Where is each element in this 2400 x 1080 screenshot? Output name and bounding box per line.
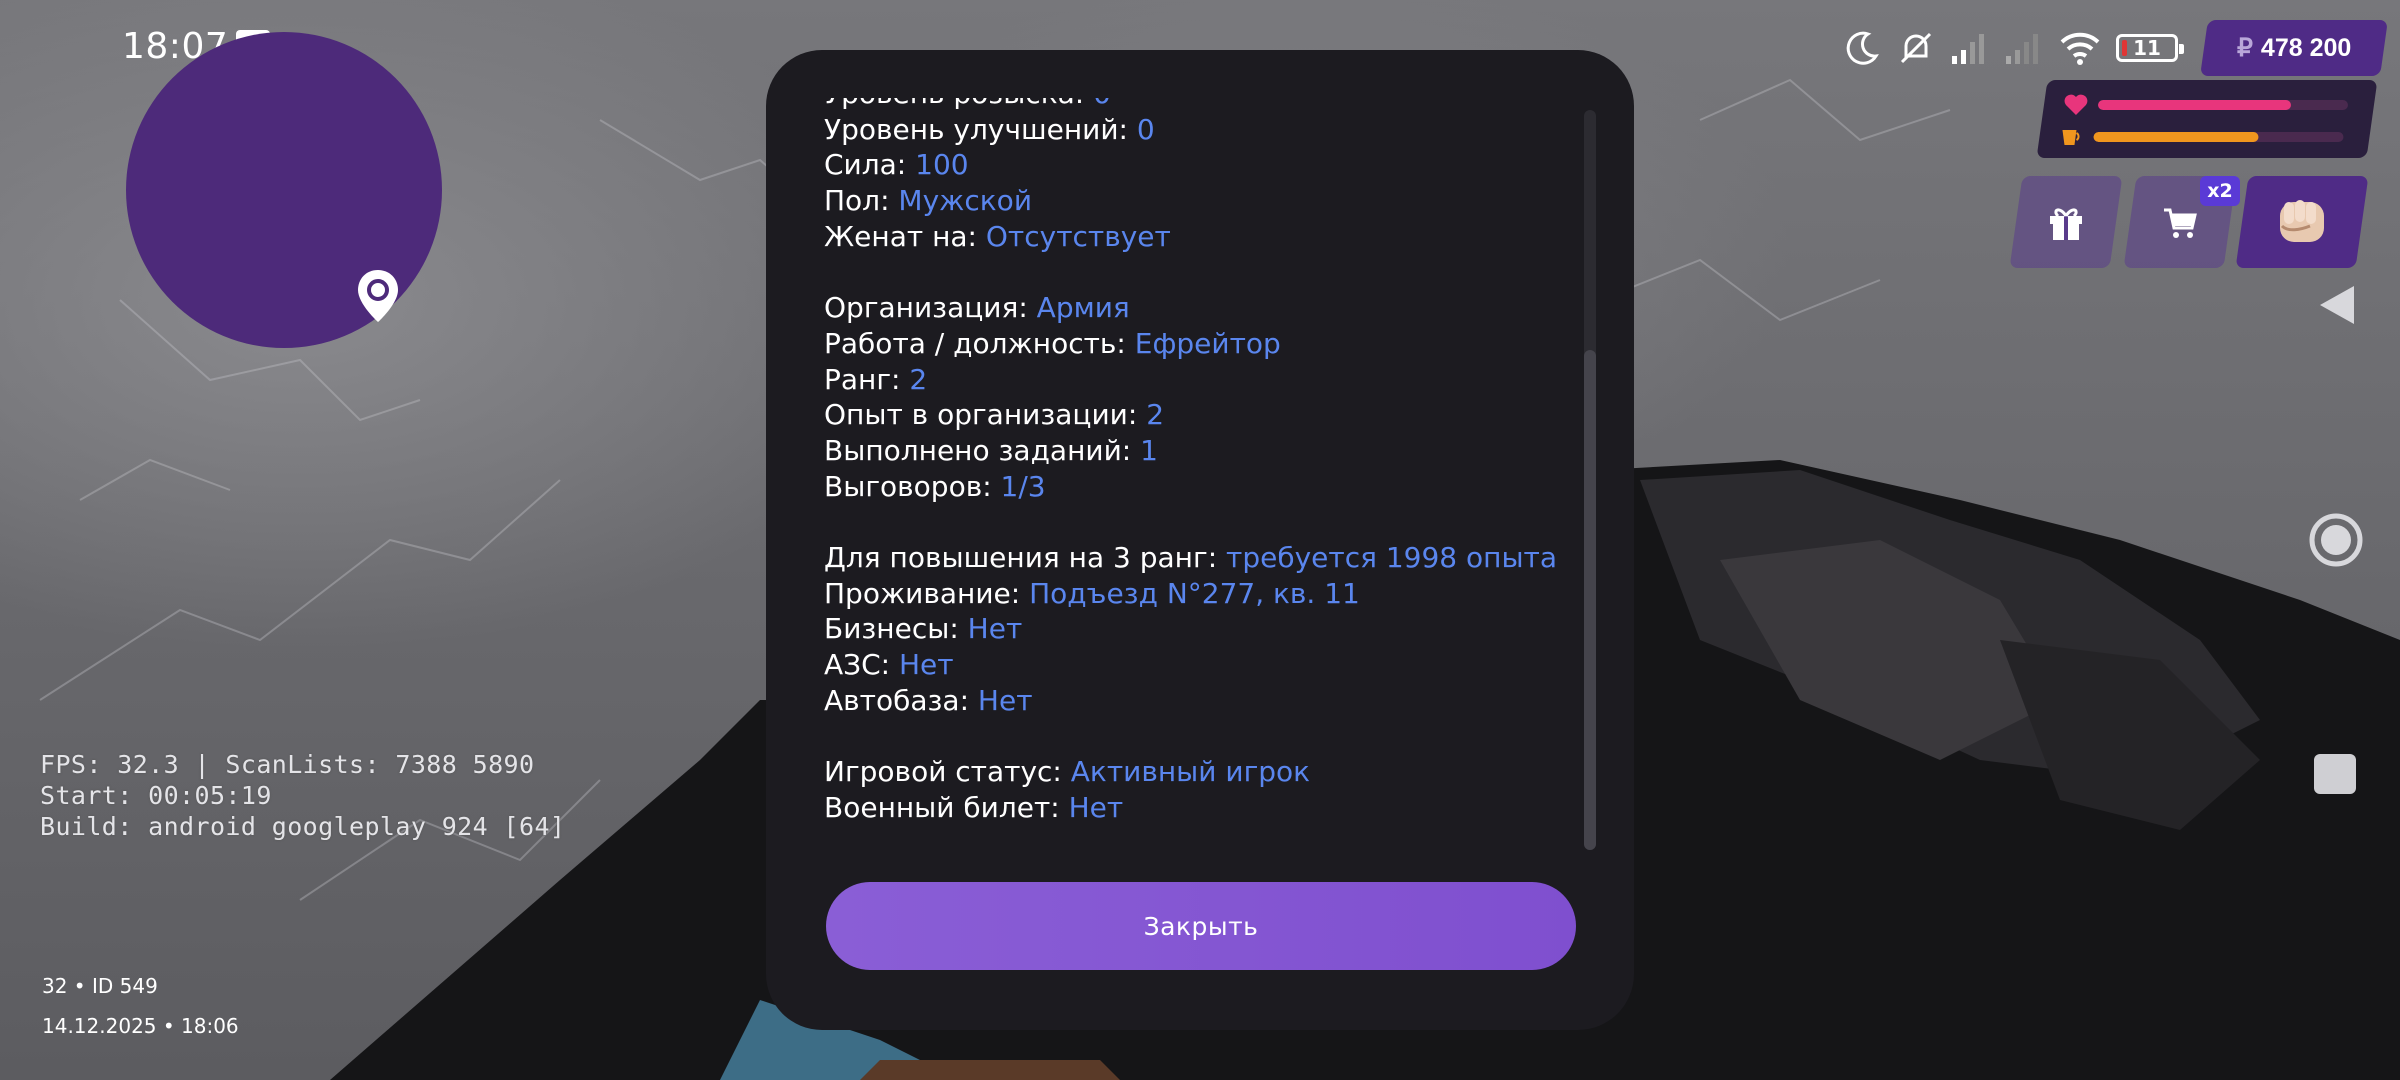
- stats-row-label: Выполнено заданий:: [824, 433, 1132, 467]
- stats-row: [824, 254, 1584, 290]
- stats-row-label: Бизнесы:: [824, 612, 959, 646]
- stats-row: Автобаза: Нет: [824, 683, 1584, 719]
- health-bar-fill: [2097, 100, 2291, 110]
- stats-row-value: 2: [909, 362, 928, 396]
- stats-row-value: 1/3: [1000, 469, 1046, 503]
- stats-row-label: Автобаза:: [824, 683, 970, 717]
- stats-row-label: Военный билет:: [824, 790, 1060, 824]
- stats-row: Ранг: 2: [824, 362, 1584, 398]
- stats-row-label: Опыт в организации:: [824, 398, 1138, 432]
- stats-row-value: Активный игрок: [1070, 755, 1311, 789]
- stats-row: Организация: Армия: [824, 290, 1584, 326]
- shop-multiplier-badge: x2: [2200, 176, 2240, 206]
- gift-button[interactable]: [2009, 176, 2123, 268]
- stats-row-value: 0: [1093, 98, 1111, 110]
- stats-row-value: Мужской: [898, 184, 1033, 218]
- stats-row-value: Ефрейтор: [1134, 326, 1281, 360]
- money-display: ₽ 478 200: [2200, 20, 2388, 76]
- wifi-icon: [2060, 32, 2100, 65]
- stats-row-value: 100: [915, 148, 969, 182]
- location-pin-icon: [358, 270, 398, 322]
- stats-row-value: 0: [1136, 112, 1155, 146]
- player-stats-dialog: Уровень розыска: 0Уровень улучшений: 0Си…: [766, 50, 1634, 1030]
- stats-row-label: Сила:: [824, 148, 907, 182]
- hunger-bar: [2093, 132, 2344, 142]
- stats-row: Проживание: Подъезд N°277, кв. 11: [824, 576, 1584, 612]
- stats-row-label: Для повышения на 3 ранг:: [824, 540, 1218, 574]
- weapon-fist-button[interactable]: [2235, 176, 2369, 268]
- stats-row-value: 1: [1140, 433, 1158, 467]
- stats-row: Сила: 100: [824, 147, 1584, 183]
- stats-row-label: Уровень розыска:: [824, 98, 1084, 110]
- stats-row-label: Пол:: [824, 184, 890, 218]
- dialog-scrollbar-thumb[interactable]: [1584, 350, 1596, 850]
- battery-icon: 11: [2116, 34, 2184, 62]
- gift-icon: [2050, 208, 2082, 240]
- stats-row: Работа / должность: Ефрейтор: [824, 326, 1584, 362]
- debug-start: Start: 00:05:19: [40, 781, 272, 810]
- stats-row: Уровень улучшений: 0: [824, 112, 1584, 148]
- stats-row: [824, 718, 1584, 754]
- debug-build: Build: android googleplay 924 [64]: [40, 812, 566, 841]
- stats-row-value: Нет: [967, 612, 1023, 646]
- stats-row-value: 2: [1146, 398, 1165, 432]
- health-bar: [2097, 100, 2348, 110]
- status-bar-icons: 11: [1842, 26, 2184, 70]
- stats-row: Уровень розыска: 0: [824, 98, 1584, 112]
- close-button[interactable]: Закрыть: [826, 882, 1576, 970]
- stats-row-value: Нет: [977, 683, 1033, 717]
- player-stats-panel: [2036, 80, 2378, 158]
- stats-row-label: Работа / должность:: [824, 326, 1126, 360]
- hunger-row: [2059, 126, 2344, 148]
- money-amount: 478 200: [2260, 33, 2352, 62]
- stats-row: Военный билет: Нет: [824, 790, 1584, 826]
- stats-row: Бизнесы: Нет: [824, 611, 1584, 647]
- nav-recent-apps-icon[interactable]: [2314, 754, 2356, 794]
- stats-row-label: Проживание:: [824, 576, 1021, 610]
- hunger-bar-fill: [2093, 132, 2259, 142]
- stats-row-value: Нет: [899, 648, 954, 681]
- stats-row: Игровой статус: Активный игрок: [824, 754, 1584, 790]
- stats-row-label: Женат на:: [824, 219, 977, 253]
- server-id: 32 • ID 549: [42, 974, 158, 998]
- stats-row-label: Игровой статус:: [824, 755, 1062, 789]
- stats-row: Выговоров: 1/3: [824, 469, 1584, 505]
- stats-row: Пол: Мужской: [824, 183, 1584, 219]
- stats-row-value: Отсутствует: [985, 219, 1171, 253]
- stats-row: [824, 504, 1584, 540]
- heart-icon: [2064, 94, 2088, 115]
- dialog-scrollbar[interactable]: [1584, 110, 1596, 850]
- signal-2-icon: [2006, 34, 2038, 64]
- do-not-disturb-moon-icon: [1846, 31, 1879, 65]
- health-row: [2064, 94, 2348, 116]
- stats-list: Уровень розыска: 0Уровень улучшений: 0Си…: [824, 98, 1584, 825]
- stats-row-label: Уровень улучшений:: [824, 112, 1128, 146]
- stats-row-value: Подъезд N°277, кв. 11: [1029, 576, 1360, 610]
- stats-row: Для повышения на 3 ранг: требуется 1998 …: [824, 540, 1584, 576]
- stats-row-value: требуется 1998 опыта: [1226, 540, 1558, 574]
- cart-icon: [2164, 208, 2197, 238]
- dialog-scroll-area[interactable]: Уровень розыска: 0Уровень улучшений: 0Си…: [824, 98, 1584, 906]
- stats-row-value: Армия: [1036, 291, 1130, 325]
- debug-fps: FPS: 32.3 | ScanLists: 7388 5890: [40, 750, 535, 779]
- signal-1-icon: [1952, 34, 1984, 64]
- currency-symbol: ₽: [2236, 34, 2253, 62]
- stats-row-label: Организация:: [824, 291, 1028, 325]
- nav-home-icon[interactable]: [2308, 512, 2364, 568]
- stats-row-value: Нет: [1068, 790, 1124, 824]
- stats-row: Выполнено заданий: 1: [824, 433, 1584, 469]
- stats-row: Женат на: Отсутствует: [824, 219, 1584, 255]
- stats-row-label: Ранг:: [824, 362, 901, 396]
- coffee-cup-icon: [2062, 130, 2080, 145]
- fist-icon: [2280, 200, 2324, 242]
- date-time: 14.12.2025 • 18:06: [42, 1014, 239, 1038]
- silent-bell-icon: [1900, 32, 1932, 64]
- minimap[interactable]: [126, 32, 442, 348]
- stats-row-label: Выговоров:: [824, 469, 992, 503]
- stats-row: АЗС: Нет: [824, 647, 1584, 683]
- stats-row-label: АЗС:: [824, 648, 891, 681]
- nav-back-icon[interactable]: [2314, 282, 2358, 328]
- stats-row: Опыт в организации: 2: [824, 397, 1584, 433]
